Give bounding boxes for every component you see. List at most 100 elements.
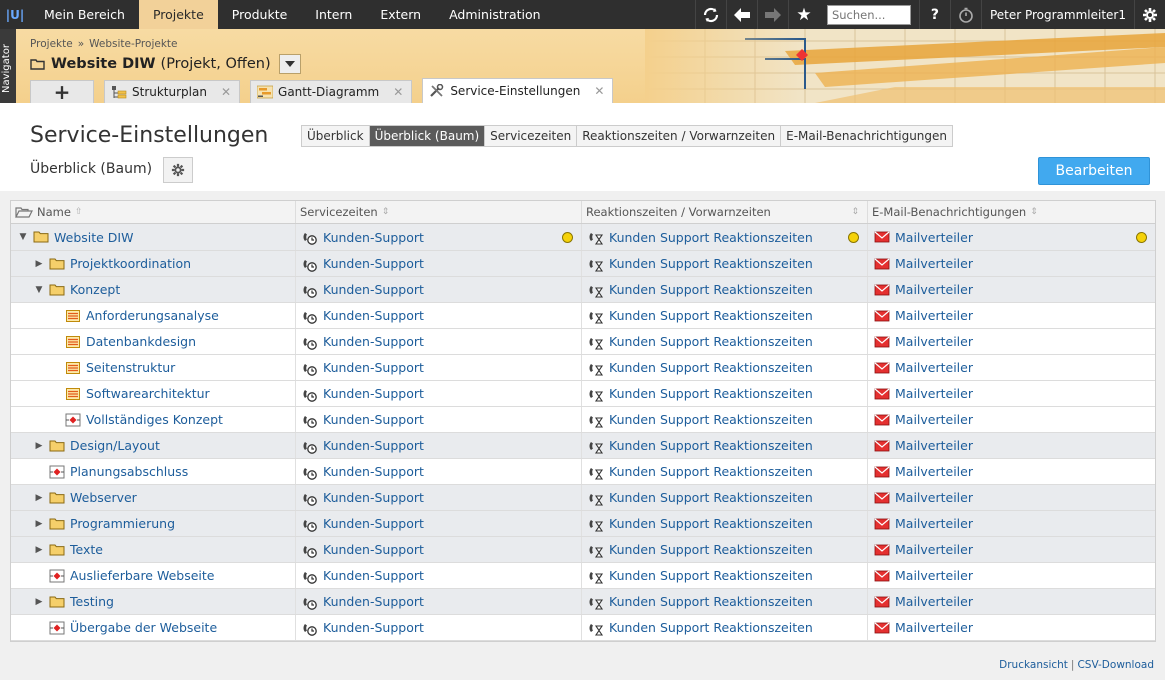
reaction-link[interactable]: Kunden Support Reaktionszeiten <box>609 386 813 401</box>
mail-link[interactable]: Mailverteiler <box>895 256 973 271</box>
timer-icon[interactable] <box>949 0 981 29</box>
reaction-link[interactable]: Kunden Support Reaktionszeiten <box>609 542 813 557</box>
item-name-link[interactable]: Auslieferbare Webseite <box>70 568 215 583</box>
item-name-link[interactable]: Programmierung <box>70 516 175 531</box>
column-header-name[interactable]: Name ⇧ <box>11 201 296 223</box>
edit-button[interactable]: Bearbeiten <box>1038 157 1150 185</box>
reaction-link[interactable]: Kunden Support Reaktionszeiten <box>609 620 813 635</box>
reaction-link[interactable]: Kunden Support Reaktionszeiten <box>609 412 813 427</box>
mail-link[interactable]: Mailverteiler <box>895 386 973 401</box>
tab-gantt-diagramm[interactable]: Gantt-Diagramm ✕ <box>250 80 413 103</box>
service-link[interactable]: Kunden-Support <box>323 308 424 323</box>
service-link[interactable]: Kunden-Support <box>323 516 424 531</box>
table-row[interactable]: Seitenstruktur Kunden-Support Kunden Suppo… <box>11 355 1155 381</box>
mail-link[interactable]: Mailverteiler <box>895 412 973 427</box>
service-link[interactable]: Kunden-Support <box>323 464 424 479</box>
view-tab-2[interactable]: Servicezeiten <box>485 126 578 146</box>
item-name-link[interactable]: Webserver <box>70 490 137 505</box>
item-name-link[interactable]: Vollständiges Konzept <box>86 412 223 427</box>
reaction-link[interactable]: Kunden Support Reaktionszeiten <box>609 308 813 323</box>
nav-item-intern[interactable]: Intern <box>301 0 366 29</box>
item-name-link[interactable]: Datenbankdesign <box>86 334 196 349</box>
table-row[interactable]: ▼ Konzept Kunden-Support Kunden Support Rea… <box>11 277 1155 303</box>
table-row[interactable]: Übergabe der Webseite Kunden-Support Kunde… <box>11 615 1155 641</box>
service-link[interactable]: Kunden-Support <box>323 386 424 401</box>
mail-link[interactable]: Mailverteiler <box>895 594 973 609</box>
app-logo[interactable]: |U| <box>0 0 30 29</box>
mail-link[interactable]: Mailverteiler <box>895 464 973 479</box>
reaction-link[interactable]: Kunden Support Reaktionszeiten <box>609 256 813 271</box>
table-row[interactable]: Planungsabschluss Kunden-Support Kunden Su… <box>11 459 1155 485</box>
back-icon[interactable] <box>725 0 757 29</box>
item-name-link[interactable]: Website DIW <box>54 230 133 245</box>
user-menu[interactable]: Peter Programmleiter1 <box>980 0 1134 29</box>
reaction-link[interactable]: Kunden Support Reaktionszeiten <box>609 594 813 609</box>
help-icon[interactable]: ? <box>918 0 950 29</box>
star-icon[interactable]: ★ <box>787 0 819 29</box>
table-row[interactable]: ▼ Website DIW Kunden-Support Kunden Support… <box>11 224 1155 251</box>
service-link[interactable]: Kunden-Support <box>323 438 424 453</box>
expand-toggle-icon[interactable]: ▶ <box>33 545 45 555</box>
mail-link[interactable]: Mailverteiler <box>895 516 973 531</box>
service-link[interactable]: Kunden-Support <box>323 594 424 609</box>
table-row[interactable]: Anforderungsanalyse Kunden-Support Kunden … <box>11 303 1155 329</box>
service-link[interactable]: Kunden-Support <box>323 256 424 271</box>
service-link[interactable]: Kunden-Support <box>323 568 424 583</box>
close-icon[interactable]: ✕ <box>594 84 604 98</box>
reaction-link[interactable]: Kunden Support Reaktionszeiten <box>609 282 813 297</box>
item-name-link[interactable]: Testing <box>70 594 114 609</box>
tab-service-einstellungen[interactable]: Service-Einstellungen ✕ <box>422 78 614 103</box>
item-name-link[interactable]: Seitenstruktur <box>86 360 175 375</box>
mail-link[interactable]: Mailverteiler <box>895 360 973 375</box>
service-link[interactable]: Kunden-Support <box>323 360 424 375</box>
table-row[interactable]: ▶ Webserver Kunden-Support Kunden Support R… <box>11 485 1155 511</box>
tab-strukturplan[interactable]: Strukturplan ✕ <box>104 80 241 103</box>
view-tab-3[interactable]: Reaktionszeiten / Vorwarnzeiten <box>577 126 782 146</box>
mail-link[interactable]: Mailverteiler <box>895 490 973 505</box>
table-row[interactable]: ▶ Testing Kunden-Support Kunden Support Rea… <box>11 589 1155 615</box>
print-view-link[interactable]: Druckansicht <box>999 659 1068 671</box>
gear-icon[interactable] <box>1134 0 1165 29</box>
table-row[interactable]: ▶ Design/Layout Kunden-Support Kunden Suppo… <box>11 433 1155 459</box>
mail-link[interactable]: Mailverteiler <box>895 230 973 245</box>
service-link[interactable]: Kunden-Support <box>323 412 424 427</box>
mail-link[interactable]: Mailverteiler <box>895 308 973 323</box>
mail-link[interactable]: Mailverteiler <box>895 282 973 297</box>
reaction-link[interactable]: Kunden Support Reaktionszeiten <box>609 230 813 245</box>
mail-link[interactable]: Mailverteiler <box>895 620 973 635</box>
breadcrumb-item-website-projekte[interactable]: Website-Projekte <box>89 38 177 50</box>
service-link[interactable]: Kunden-Support <box>323 620 424 635</box>
expand-toggle-icon[interactable]: ▶ <box>33 519 45 529</box>
service-link[interactable]: Kunden-Support <box>323 490 424 505</box>
item-name-link[interactable]: Anforderungsanalyse <box>86 308 219 323</box>
table-row[interactable]: ▶ Projektkoordination Kunden-Support Kunden… <box>11 251 1155 277</box>
refresh-icon[interactable] <box>694 0 726 29</box>
reaction-link[interactable]: Kunden Support Reaktionszeiten <box>609 516 813 531</box>
expand-toggle-icon[interactable]: ▶ <box>33 597 45 607</box>
reaction-link[interactable]: Kunden Support Reaktionszeiten <box>609 568 813 583</box>
nav-item-administration[interactable]: Administration <box>435 0 554 29</box>
project-dropdown-button[interactable] <box>278 54 301 74</box>
close-icon[interactable]: ✕ <box>393 85 403 99</box>
reaction-link[interactable]: Kunden Support Reaktionszeiten <box>609 334 813 349</box>
table-row[interactable]: Datenbankdesign Kunden-Support Kunden Supp… <box>11 329 1155 355</box>
add-tab-button[interactable]: + <box>30 80 94 104</box>
item-name-link[interactable]: Softwarearchitektur <box>86 386 210 401</box>
close-icon[interactable]: ✕ <box>221 85 231 99</box>
breadcrumb-item-projekte[interactable]: Projekte <box>30 38 73 50</box>
table-row[interactable]: ▶ Texte Kunden-Support Kunden Support Reakt… <box>11 537 1155 563</box>
item-name-link[interactable]: Konzept <box>70 282 120 297</box>
mail-link[interactable]: Mailverteiler <box>895 542 973 557</box>
view-settings-button[interactable] <box>163 157 193 183</box>
column-header-reaktionszeiten[interactable]: Reaktionszeiten / Vorwarnzeiten ⇕ <box>582 201 868 223</box>
reaction-link[interactable]: Kunden Support Reaktionszeiten <box>609 490 813 505</box>
view-tab-0[interactable]: Überblick <box>302 126 370 146</box>
item-name-link[interactable]: Planungsabschluss <box>70 464 188 479</box>
collapse-toggle-icon[interactable]: ▼ <box>17 232 29 242</box>
mail-link[interactable]: Mailverteiler <box>895 568 973 583</box>
table-row[interactable]: Vollständiges Konzept Kunden-Support Kunde… <box>11 407 1155 433</box>
reaction-link[interactable]: Kunden Support Reaktionszeiten <box>609 360 813 375</box>
nav-item-extern[interactable]: Extern <box>366 0 435 29</box>
table-row[interactable]: Auslieferbare Webseite Kunden-Support Kund… <box>11 563 1155 589</box>
nav-item-produkte[interactable]: Produkte <box>218 0 302 29</box>
